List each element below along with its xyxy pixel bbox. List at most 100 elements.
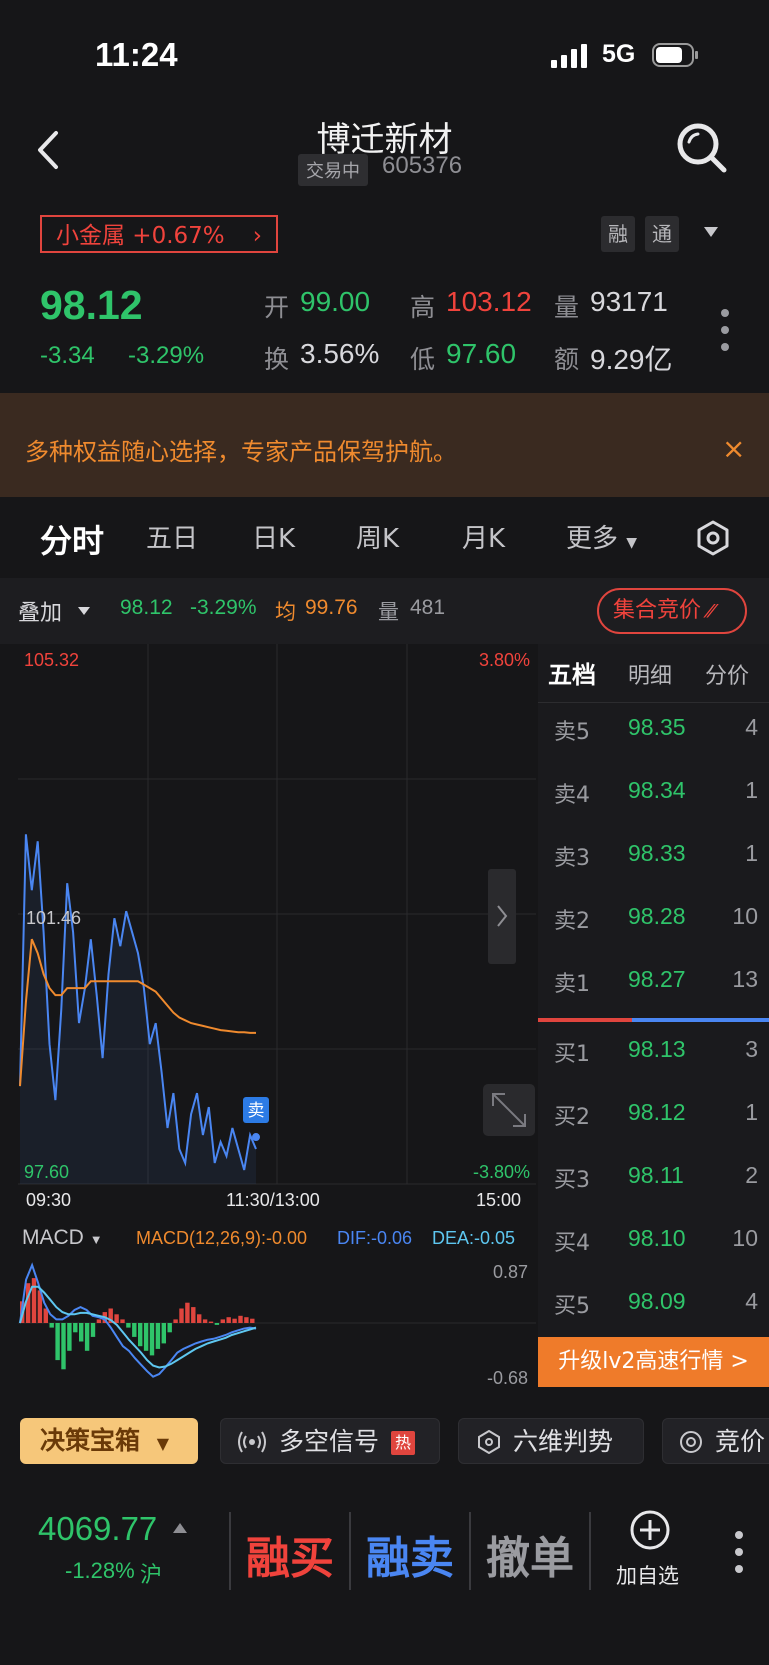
margin-sell-button[interactable]: 融卖 [366, 1522, 454, 1586]
search-icon[interactable] [674, 120, 730, 176]
add-watchlist-button[interactable]: 加自选 [616, 1508, 692, 1598]
divider [469, 1512, 471, 1590]
tab-daily-k[interactable]: 日K [252, 518, 295, 555]
macd-bar [79, 1323, 84, 1342]
overlay-price: 98.12 [120, 596, 173, 619]
high-value: 103.12 [446, 286, 532, 317]
volume-tick-label: 量 [378, 600, 399, 624]
tab-five-levels[interactable]: 五档 [548, 655, 596, 690]
macd-bar [167, 1323, 172, 1333]
network-type: 5G [602, 40, 636, 68]
macd-bar [155, 1323, 161, 1349]
level-label: 买5 [554, 1294, 590, 1319]
macd-chart[interactable]: 0.87 -0.68 [18, 1256, 536, 1390]
macd-max-label: 0.87 [493, 1262, 528, 1282]
sector-tag[interactable]: 小金属 +0.67% › [40, 215, 278, 253]
macd-bar [214, 1323, 220, 1325]
connect-tag: 通 [645, 216, 679, 252]
pct-max-label: 3.80% [479, 650, 530, 670]
hexagon-icon [478, 1430, 500, 1454]
level-label: 买2 [554, 1105, 590, 1130]
level-label: 买4 [554, 1231, 590, 1256]
amount-value: 9.29亿 [590, 344, 673, 375]
cancel-order-button[interactable]: 撤单 [486, 1522, 574, 1586]
bid-row[interactable]: 买2 98.12 1 [538, 1099, 758, 1139]
intraday-chart[interactable]: 卖 105.32 3.80% 101.46 97.60 -3.80% [18, 644, 536, 1186]
macd-bar [185, 1302, 190, 1323]
level-label: 卖5 [554, 720, 590, 745]
indicator-select[interactable]: MACD ▼ [22, 1226, 103, 1250]
level-price: 98.35 [628, 714, 686, 740]
avg-label: 均 [275, 600, 296, 624]
ask-row[interactable]: 卖1 98.27 13 [538, 966, 758, 1006]
decision-box-label: 决策宝箱 [40, 1426, 141, 1455]
x-tick-close: 15:00 [476, 1190, 522, 1210]
tab-details[interactable]: 明细 [628, 658, 672, 690]
ask-row[interactable]: 卖5 98.35 4 [538, 714, 758, 754]
macd-bar [49, 1323, 54, 1328]
caret-down-icon[interactable] [77, 606, 91, 616]
bid-row[interactable]: 买4 98.10 10 [538, 1225, 758, 1265]
six-dimension-button[interactable]: 六维判势 [458, 1418, 644, 1464]
last-price: 98.12 [40, 282, 143, 328]
level-label: 买3 [554, 1168, 590, 1193]
upgrade-l2-button[interactable]: 升级lv2高速行情 > [538, 1337, 769, 1387]
macd-bar [238, 1315, 243, 1323]
turnover-value: 3.56% [300, 338, 380, 369]
level-price: 98.13 [628, 1036, 686, 1062]
level-price: 98.10 [628, 1225, 686, 1251]
caret-down-icon[interactable] [703, 226, 719, 238]
tab-weekly-k[interactable]: 周K [356, 518, 399, 555]
ask-row[interactable]: 卖2 98.28 10 [538, 903, 758, 943]
bid-row[interactable]: 买3 98.11 2 [538, 1162, 758, 1202]
ask-row[interactable]: 卖4 98.34 1 [538, 777, 758, 817]
price-change-pct: -3.29% [128, 342, 205, 369]
tab-five-day[interactable]: 五日 [146, 518, 198, 555]
six-dimension-label: 六维判势 [513, 1427, 614, 1456]
margin-buy-button[interactable]: 融买 [246, 1522, 334, 1586]
bid-row[interactable]: 买1 98.13 3 [538, 1036, 758, 1076]
decision-box-button[interactable]: 决策宝箱 ▼ [20, 1418, 198, 1464]
status-time: 11:24 [95, 36, 178, 73]
macd-bar [126, 1323, 131, 1328]
plus-circle-icon [630, 1510, 670, 1550]
more-vertical-icon[interactable] [718, 308, 732, 352]
level-label: 卖3 [554, 846, 590, 871]
sector-label: 小金属 +0.67% [56, 223, 225, 249]
overlay-toggle[interactable]: 叠加 [18, 595, 62, 627]
index-value[interactable]: 4069.77 [38, 1510, 157, 1548]
more-vertical-icon[interactable] [732, 1530, 746, 1574]
level-volume: 10 [732, 903, 758, 929]
long-short-signal-button[interactable]: 多空信号 热 [220, 1418, 440, 1464]
index-change: -1.28% [65, 1558, 135, 1583]
avg-price: 99.76 [305, 596, 358, 619]
call-auction-button[interactable]: 集合竞价 ⁄⁄ [597, 588, 747, 634]
macd-bar [149, 1323, 155, 1356]
volume-value: 93171 [590, 286, 668, 317]
order-book-panel [538, 644, 769, 1387]
close-icon[interactable]: × [722, 432, 745, 465]
divider [589, 1512, 591, 1590]
bid-row[interactable]: 买5 98.09 4 [538, 1288, 758, 1328]
divider [349, 1512, 351, 1590]
long-short-signal-label: 多空信号 [279, 1427, 380, 1456]
tab-price-levels[interactable]: 分价 [705, 658, 749, 690]
tab-monthly-k[interactable]: 月K [462, 518, 505, 555]
level-volume: 1 [745, 777, 758, 803]
level-volume: 1 [745, 840, 758, 866]
expand-handle[interactable] [488, 869, 516, 964]
macd-bar [220, 1319, 225, 1323]
caret-down-icon: ▼ [626, 535, 638, 551]
pct-min-label: -3.80% [473, 1162, 530, 1182]
macd-bar [226, 1317, 231, 1323]
ask-row[interactable]: 卖3 98.33 1 [538, 840, 758, 880]
auction-chip-button[interactable]: 竞价 [662, 1418, 769, 1464]
settings-icon[interactable] [695, 520, 731, 556]
level-volume: 4 [745, 1288, 758, 1314]
level-price: 98.11 [628, 1162, 684, 1188]
tab-more[interactable]: 更多 ▼ [566, 518, 637, 555]
tab-intraday[interactable]: 分时 [40, 516, 104, 562]
promo-text: 多种权益随心选择，专家产品保驾护航。 [25, 438, 457, 466]
bid-ask-divider [538, 1018, 769, 1022]
chevron-right-icon: › [252, 223, 262, 249]
